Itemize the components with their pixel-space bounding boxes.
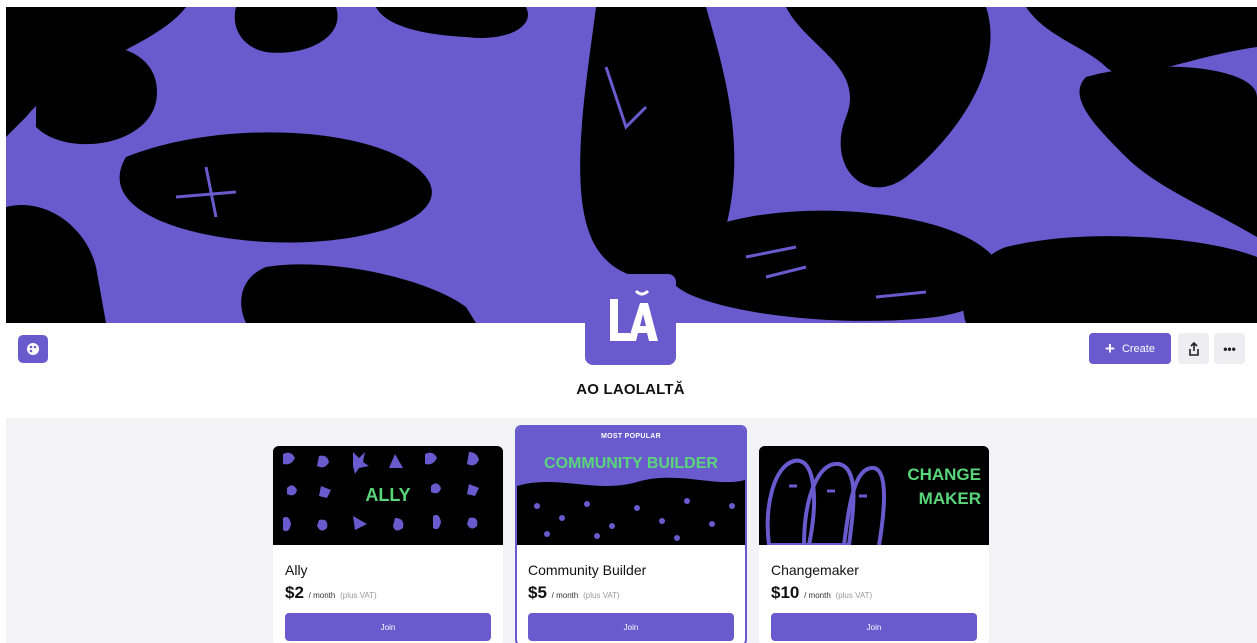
more-options-button[interactable]: ••• <box>1214 333 1245 364</box>
changemaker-image-text-1: CHANGE <box>907 465 981 484</box>
price-period: / month <box>308 591 336 600</box>
price-amount: $5 <box>528 583 547 602</box>
tier-card-community-builder: MOST POPULAR COMMUNITY BUILDER Community… <box>515 425 747 643</box>
price-vat-note: (plus VAT) <box>835 591 873 600</box>
share-icon <box>1188 341 1199 356</box>
changemaker-artwork: CHANGE MAKER <box>759 446 989 545</box>
price-amount: $2 <box>285 583 304 602</box>
create-button[interactable]: + Create <box>1089 333 1171 364</box>
creator-logo <box>609 289 658 341</box>
join-button-ally[interactable]: Join <box>285 613 491 641</box>
more-icon: ••• <box>1223 341 1236 356</box>
price-vat-note: (plus VAT) <box>583 591 620 600</box>
creator-avatar <box>585 274 676 365</box>
tier-price: $10 / month (plus VAT) <box>771 583 977 603</box>
palette-icon <box>27 343 39 355</box>
tier-name: Changemaker <box>771 562 859 578</box>
price-amount: $10 <box>771 583 800 602</box>
plus-icon: + <box>1105 339 1115 358</box>
creator-name: AO LAOLALTĂ <box>576 381 685 398</box>
ally-image-text: ALLY <box>365 485 410 505</box>
tier-card-changemaker: CHANGE MAKER Changemaker $10 / month (pl… <box>759 446 989 643</box>
tier-name: Ally <box>285 562 308 578</box>
join-button-community-builder[interactable]: Join <box>528 613 734 641</box>
tier-image: CHANGE MAKER <box>759 446 989 545</box>
changemaker-image-text-2: MAKER <box>919 489 981 508</box>
tier-image: ALLY <box>273 446 503 545</box>
community-builder-artwork: COMMUNITY BUILDER <box>517 446 745 545</box>
community-builder-image-text: COMMUNITY BUILDER <box>544 455 718 472</box>
tier-price: $5 / month (plus VAT) <box>528 583 734 603</box>
join-button-changemaker[interactable]: Join <box>771 613 977 641</box>
share-button[interactable] <box>1178 333 1209 364</box>
tier-image: COMMUNITY BUILDER <box>517 446 745 545</box>
create-label: Create <box>1121 342 1155 355</box>
price-period: / month <box>804 591 831 600</box>
ally-artwork: ALLY <box>273 446 503 545</box>
price-vat-note: (plus VAT) <box>340 591 377 600</box>
theme-button[interactable] <box>18 335 48 363</box>
tier-name: Community Builder <box>528 562 647 578</box>
tier-card-ally: ALLY Ally $2 / month (plus VAT) Join <box>273 446 503 643</box>
tier-price: $2 / month (plus VAT) <box>285 583 491 603</box>
most-popular-badge: MOST POPULAR <box>517 427 745 446</box>
price-period: / month <box>551 591 579 600</box>
